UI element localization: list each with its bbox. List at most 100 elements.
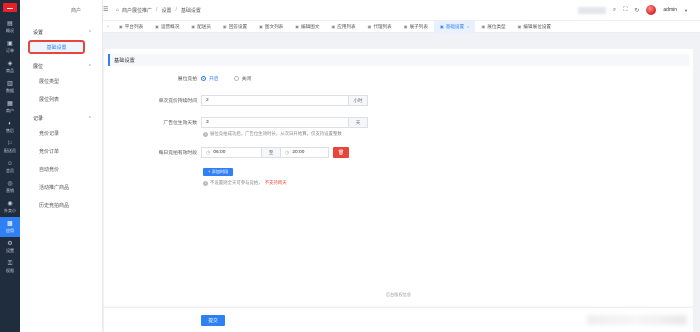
tab-item[interactable]: ▣ 配送员 bbox=[185, 21, 217, 33]
subnav-group-records[interactable]: 记录 ⌃ bbox=[20, 106, 102, 123]
rail-icon: ▤ bbox=[7, 20, 13, 27]
subnav-item-bid-records[interactable]: 竞价记录 bbox=[20, 122, 102, 140]
home-icon[interactable]: ⌂ bbox=[116, 7, 119, 13]
form-row-daily-time: 每日竞拍有效时段 ◷ 06:00 至 ◷ 20:00 🗑 bbox=[104, 147, 349, 158]
rail-item[interactable]: ⚐ 配送员 bbox=[0, 137, 20, 157]
rail-icon: ☺ bbox=[6, 160, 14, 167]
start-time-picker[interactable]: ◷ 06:00 bbox=[201, 147, 262, 158]
days-input[interactable]: 3 bbox=[201, 117, 349, 128]
tab-item[interactable]: ▣ 回答设置 bbox=[217, 21, 253, 33]
tab-item[interactable]: ▣ 展子列表 bbox=[398, 21, 434, 33]
tab-icon: ▣ bbox=[439, 24, 444, 29]
rail-item[interactable]: ◐ 售后 bbox=[0, 117, 20, 137]
rail-icon: ▦ bbox=[7, 100, 13, 107]
rail-label: 权限 bbox=[6, 267, 14, 273]
subnav-item-booth-list[interactable]: 展位列表 bbox=[20, 88, 102, 106]
tab-item[interactable]: ▣ 应用列表 bbox=[325, 21, 361, 33]
chevron-up-icon: ⌃ bbox=[87, 115, 92, 122]
tab-label: 展子列表 bbox=[409, 23, 428, 29]
subnav-group-settings[interactable]: 设置 ⌃ bbox=[20, 20, 102, 37]
tab-icon: ▣ bbox=[331, 24, 336, 29]
subnav-title: 商户 bbox=[70, 7, 81, 14]
tab-item[interactable]: ▣ 基础设置 × bbox=[433, 20, 476, 33]
refresh-icon[interactable]: ↻ bbox=[634, 7, 639, 14]
tab-item[interactable]: ▣ 代理列表 bbox=[362, 21, 398, 33]
chevron-left-icon[interactable]: ‹ bbox=[103, 24, 113, 30]
tab-item[interactable]: ▣ 编辑展位设置 bbox=[512, 21, 557, 33]
rail-item[interactable]: ☺ 会员 bbox=[0, 157, 20, 177]
rail-label: 商户 bbox=[6, 107, 14, 113]
rail-label: 配送员 bbox=[4, 147, 16, 153]
rail-label: 设置 bbox=[6, 247, 14, 253]
tab-label: 应用列表 bbox=[337, 23, 356, 29]
tab-item[interactable]: ▣ 图文列表 bbox=[253, 21, 289, 33]
subnav-item-promo-goods[interactable]: 活动推广商品 bbox=[20, 176, 102, 194]
radio-dot bbox=[233, 76, 239, 81]
blurred-watermark bbox=[587, 315, 687, 325]
rail-item[interactable]: ▩ 应用 bbox=[0, 217, 20, 237]
unit-addon: 小时 bbox=[349, 95, 368, 106]
save-button[interactable]: 提交 bbox=[201, 315, 225, 326]
search-icon[interactable]: ⌕ bbox=[613, 7, 616, 14]
breadcrumb: ⌂ 商户展位推广 / 设置 / 基础设置 bbox=[116, 7, 201, 14]
duration-input[interactable]: 2 bbox=[201, 95, 349, 106]
rail-item[interactable]: ⚿ 权限 bbox=[0, 257, 20, 277]
subnav-item-bid-orders[interactable]: 竞价订单 bbox=[20, 140, 102, 158]
tab-label: 编辑展位设置 bbox=[523, 23, 551, 29]
user-name[interactable]: admin bbox=[663, 7, 677, 13]
radio-enable[interactable]: 开启 bbox=[201, 75, 219, 82]
radio-disable[interactable]: 关闭 bbox=[233, 75, 252, 82]
tab-icon: ▣ bbox=[191, 24, 196, 29]
close-icon[interactable]: × bbox=[467, 24, 469, 29]
hint-text: 展位竞拍成功后，广告位生效时长，从次日开始算，仅支持设置整数 bbox=[210, 131, 342, 136]
rail-label: 售后 bbox=[6, 127, 14, 133]
tab-item[interactable]: ▣ 展位类型 bbox=[475, 21, 511, 33]
rail-item[interactable]: ⚙ 设置 bbox=[0, 237, 20, 257]
rail-item[interactable]: ◈ 商品 bbox=[0, 57, 20, 77]
rail-item[interactable]: ◎ 营销 bbox=[0, 177, 20, 197]
clock-icon: ◷ bbox=[206, 149, 211, 156]
tab-icon: ▣ bbox=[222, 24, 227, 29]
info-icon: i bbox=[203, 131, 208, 137]
subnav-item-booth-type[interactable]: 展位类型 bbox=[20, 70, 102, 88]
rail-item[interactable]: ▣ 订单 bbox=[0, 37, 20, 57]
rail-label: 营销 bbox=[6, 187, 14, 193]
avatar[interactable] bbox=[646, 5, 657, 15]
tab-icon: ▣ bbox=[119, 24, 123, 29]
subnav-item-history-goods[interactable]: 历史竞拍商品 bbox=[20, 194, 102, 212]
ad-days-hint: i 展位竞拍成功后，广告位生效时长，从次日开始算，仅支持设置整数 bbox=[203, 131, 342, 137]
breadcrumb-item[interactable]: 商户展位推广 bbox=[122, 7, 152, 14]
rail-item[interactable]: ◉ 外卖小 bbox=[0, 197, 20, 217]
tab-icon: ▣ bbox=[403, 24, 408, 29]
chevron-down-icon[interactable]: ▼ bbox=[684, 8, 688, 13]
rail-icon: ▩ bbox=[7, 220, 13, 227]
rail-label: 商品 bbox=[6, 67, 14, 73]
subnav-item-auto-bid[interactable]: 自动竞价 bbox=[20, 158, 102, 176]
rail-item[interactable]: ▦ 商户 bbox=[0, 97, 20, 117]
field-label: 单次竞价持续时间 bbox=[158, 99, 197, 104]
breadcrumb-item[interactable]: 设置 bbox=[161, 7, 171, 14]
rail-label: 订单 bbox=[6, 47, 14, 53]
subnav-item-basic-settings[interactable]: 基础设置 bbox=[28, 40, 85, 54]
fullscreen-icon[interactable]: ⛶ bbox=[623, 7, 627, 14]
tab-label: 展位类型 bbox=[487, 23, 506, 29]
subnav-group-booth[interactable]: 展位 ⌃ bbox=[20, 54, 102, 71]
tab-icon: ▣ bbox=[295, 24, 300, 29]
tab-item[interactable]: ▣ 平台列表 bbox=[113, 21, 149, 33]
section-title: 基础设置 bbox=[108, 54, 689, 66]
tab-bar: ‹ ▣ 平台列表 ▣ 运营概况 ▣ 配送员 ▣ 回答设置 ▣ 图文列表 ▣ 编辑图文 ▣ 应用列表 ▣ 代理列… bbox=[103, 20, 700, 33]
add-time-slot-button[interactable]: + 添加时段 bbox=[203, 168, 234, 176]
tab-label: 代理列表 bbox=[373, 23, 392, 29]
tab-item[interactable]: ▣ 编辑图文 bbox=[289, 21, 325, 33]
rail-item[interactable]: ▥ 数据 bbox=[0, 77, 20, 97]
field-label: 每日竞拍有效时段 bbox=[158, 151, 197, 156]
rail-item[interactable]: ▤ 概况 bbox=[0, 17, 20, 37]
radio-dot bbox=[201, 76, 206, 81]
rail-icon: ⚙ bbox=[7, 240, 13, 247]
collapse-menu-icon[interactable]: ☰ bbox=[103, 7, 109, 13]
end-time-picker[interactable]: ◷ 20:00 bbox=[280, 147, 329, 158]
time-hint: i 不设置则全天可参与竞拍， 不支持跨天 bbox=[203, 180, 287, 186]
delete-time-button[interactable]: 🗑 bbox=[333, 147, 349, 158]
tab-item[interactable]: ▣ 运营概况 bbox=[149, 21, 185, 33]
radio-label: 关闭 bbox=[241, 77, 252, 82]
